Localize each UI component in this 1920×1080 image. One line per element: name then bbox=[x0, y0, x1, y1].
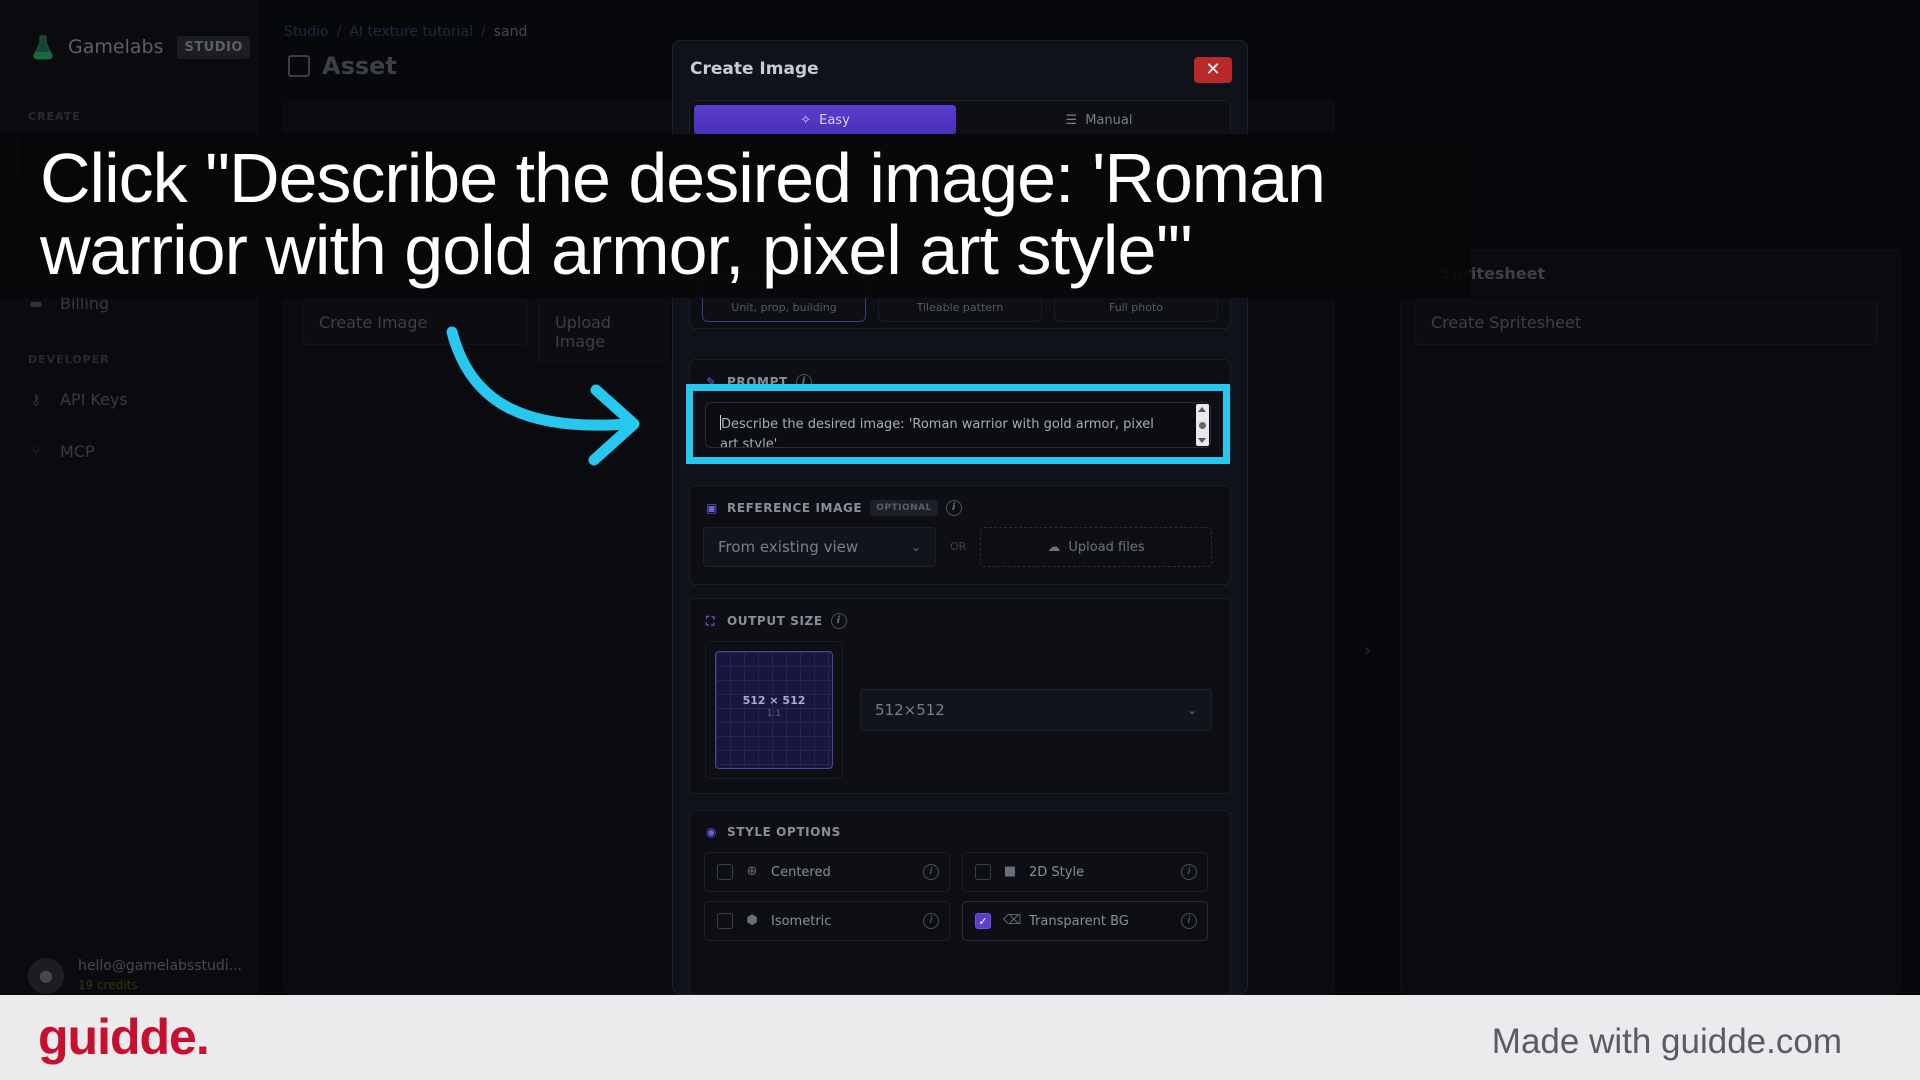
sliders-icon: ☰ bbox=[1065, 112, 1078, 128]
style-option-label: Isometric bbox=[771, 913, 832, 929]
checkbox[interactable] bbox=[717, 913, 733, 929]
tab-label: Manual bbox=[1085, 112, 1133, 128]
tab-manual[interactable]: ☰ Manual bbox=[968, 105, 1230, 135]
made-with-guidde[interactable]: Made with guidde.com bbox=[1492, 1022, 1842, 1062]
screen: Gamelabs STUDIO CREATE ▬ Billing DEVELOP… bbox=[0, 0, 1920, 1080]
crosshair-icon: ⊕ bbox=[746, 864, 758, 879]
chevron-down-icon: ⌄ bbox=[1186, 703, 1197, 717]
output-size-select[interactable]: 512×512 ⌄ bbox=[860, 689, 1212, 731]
style-options-label: ◉ STYLE OPTIONS bbox=[706, 825, 841, 839]
reference-label-text: REFERENCE IMAGE bbox=[727, 501, 863, 515]
reference-source-select[interactable]: From existing view ⌄ bbox=[703, 527, 936, 567]
expand-icon: ⛶ bbox=[706, 613, 716, 628]
palette-icon: ◉ bbox=[706, 824, 718, 839]
type-tile-sub: Unit, prop, building bbox=[731, 301, 837, 314]
info-icon[interactable]: i bbox=[1181, 864, 1197, 880]
pointer-arrow-icon bbox=[446, 326, 640, 466]
chevron-down-icon: ⌄ bbox=[910, 540, 921, 554]
square-icon: ■ bbox=[1003, 864, 1017, 879]
info-icon[interactable]: i bbox=[830, 613, 847, 629]
info-icon[interactable]: i bbox=[923, 864, 939, 880]
upload-files-button[interactable]: ☁ Upload files bbox=[980, 527, 1212, 567]
cloud-upload-icon: ☁ bbox=[1047, 539, 1061, 555]
eraser-icon: ⌫ bbox=[1003, 913, 1022, 928]
style-option-label: Transparent BG bbox=[1029, 913, 1129, 929]
image-stack-icon: ▣ bbox=[706, 500, 718, 515]
output-size-label-text: OUTPUT SIZE bbox=[727, 614, 823, 628]
optional-badge: OPTIONAL bbox=[870, 500, 938, 516]
style-option-label: Centered bbox=[771, 864, 831, 880]
preview-dims: 512 × 512 bbox=[742, 694, 806, 707]
info-icon[interactable]: i bbox=[923, 913, 939, 929]
close-button[interactable]: ✕ bbox=[1194, 57, 1232, 83]
or-divider: OR bbox=[950, 540, 967, 553]
preview-ratio: 1:1 bbox=[766, 709, 782, 719]
modal-title: Create Image bbox=[690, 59, 819, 79]
type-tile-sub: Full photo bbox=[1108, 301, 1164, 314]
checkbox[interactable] bbox=[975, 864, 991, 880]
checkbox[interactable] bbox=[717, 864, 733, 880]
reference-label: ▣ REFERENCE IMAGE OPTIONAL i bbox=[706, 500, 962, 516]
size-preview: 512 × 512 1:1 bbox=[715, 651, 833, 769]
style-option-label: 2D Style bbox=[1029, 864, 1085, 880]
tab-easy[interactable]: ✧ Easy bbox=[694, 105, 956, 135]
info-icon[interactable]: i bbox=[945, 500, 962, 516]
upload-files-label: Upload files bbox=[1068, 539, 1145, 555]
tab-label: Easy bbox=[819, 112, 850, 128]
info-icon[interactable]: i bbox=[1181, 913, 1197, 929]
magic-wand-icon: ✧ bbox=[800, 112, 812, 128]
type-tile-sub: Tileable pattern bbox=[916, 301, 1004, 314]
select-value: From existing view bbox=[718, 538, 859, 556]
target-highlight bbox=[686, 384, 1230, 464]
checkbox-checked[interactable]: ✓ bbox=[975, 913, 991, 929]
style-option-centered[interactable]: ⊕ Centered i bbox=[704, 852, 950, 892]
cube-icon: ⬢ bbox=[746, 913, 758, 928]
select-value: 512×512 bbox=[875, 701, 945, 719]
style-option-isometric[interactable]: ⬢ Isometric i bbox=[704, 901, 950, 941]
style-options-label-text: STYLE OPTIONS bbox=[727, 825, 841, 839]
output-size-label: ⛶ OUTPUT SIZE i bbox=[706, 613, 847, 629]
style-option-2d[interactable]: ■ 2D Style i bbox=[962, 852, 1208, 892]
style-option-transparent-bg[interactable]: ✓ ⌫ Transparent BG i bbox=[962, 901, 1208, 941]
guidde-logo[interactable]: guidde. bbox=[38, 1008, 210, 1066]
step-caption: Click "Describe the desired image: 'Roma… bbox=[40, 139, 1326, 289]
